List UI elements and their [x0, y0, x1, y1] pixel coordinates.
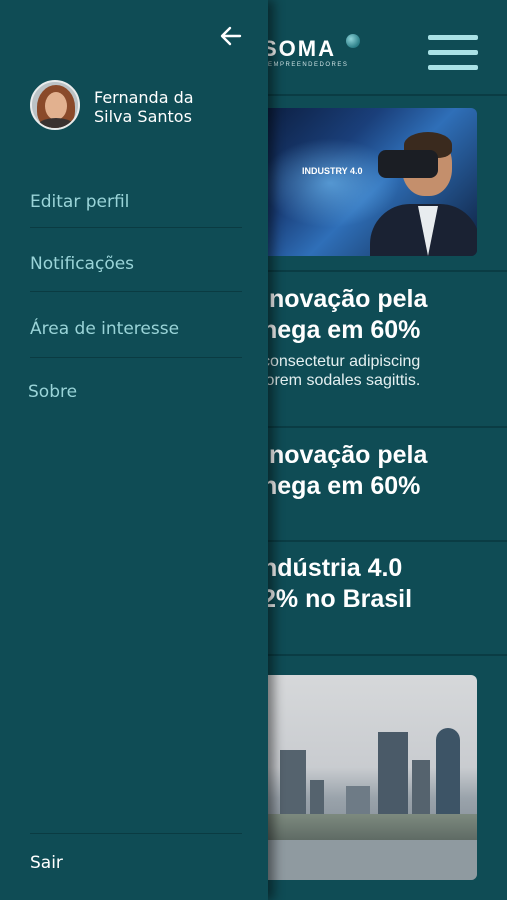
article-headline[interactable]: ndústria 4.0 2% no Brasil — [262, 553, 412, 615]
hamburger-menu-icon[interactable] — [428, 33, 478, 73]
arrow-left-icon[interactable] — [216, 22, 246, 50]
menu-divider — [30, 227, 242, 228]
logo-subtext: EMPREENDEDORES — [268, 62, 349, 68]
menu-item-sobre[interactable]: Sobre — [28, 372, 240, 412]
article-headline[interactable]: inovação pela hega em 60% — [262, 440, 427, 502]
article-headline[interactable]: inovação pela hega em 60% — [262, 284, 427, 346]
logo-text: SOMA — [262, 36, 336, 61]
article-body: consectetur adipiscing lorem sodales sag… — [262, 353, 421, 389]
user-avatar[interactable] — [30, 80, 80, 130]
navigation-drawer: Fernanda da Silva Santos Editar perfil N… — [0, 0, 268, 900]
city-skyline-image[interactable] — [250, 675, 477, 880]
menu-divider — [30, 291, 242, 292]
industry-vr-image[interactable]: INDUSTRY 4.0 — [250, 108, 477, 256]
menu-item-area-de-interesse[interactable]: Área de interesse — [30, 309, 242, 349]
menu-item-editar-perfil[interactable]: Editar perfil — [30, 182, 242, 222]
menu-divider — [30, 357, 242, 358]
logo-dot — [346, 34, 360, 48]
user-name: Fernanda da Silva Santos — [94, 88, 194, 126]
menu-item-notificacoes[interactable]: Notificações — [30, 244, 242, 284]
logout-button[interactable]: Sair — [30, 848, 230, 878]
menu-divider — [30, 833, 242, 834]
image-label: INDUSTRY 4.0 — [302, 166, 363, 176]
